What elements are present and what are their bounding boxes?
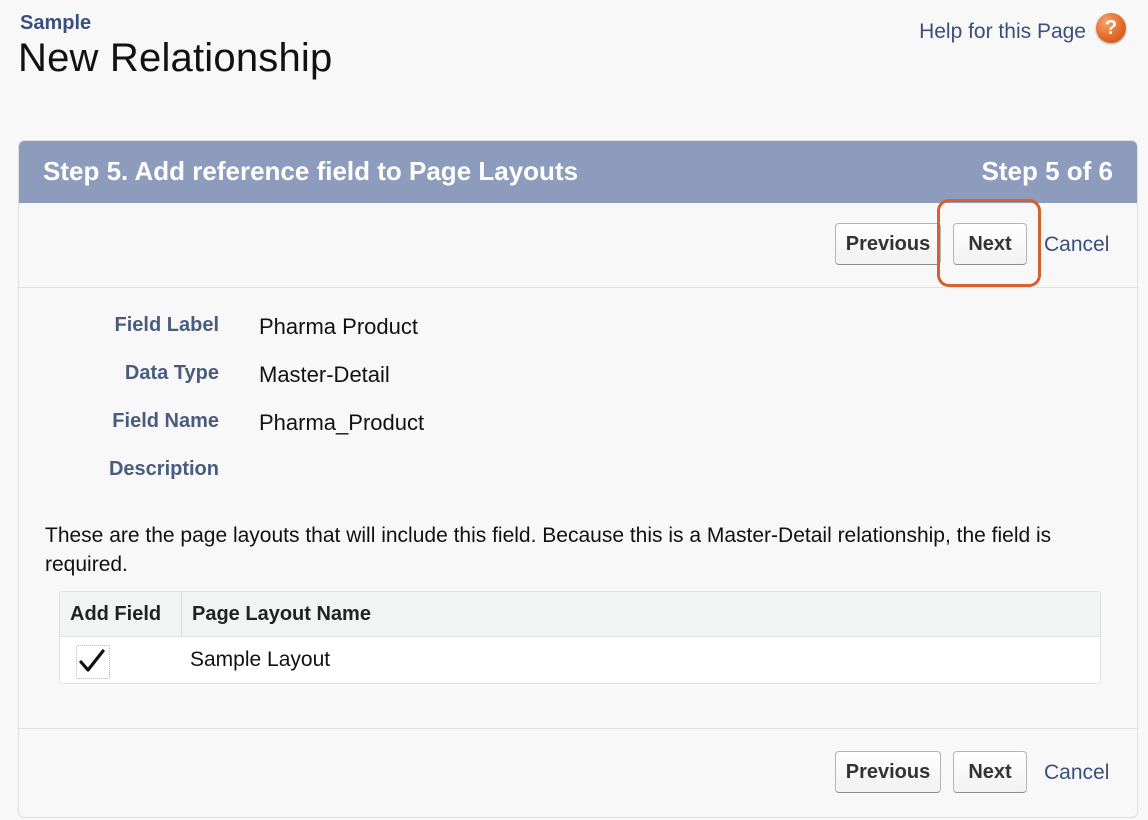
column-header-add-field: Add Field xyxy=(70,603,162,625)
bottom-button-bar: Previous Next Cancel xyxy=(19,728,1137,817)
page-layouts-table: Add Field Page Layout Name Sample Layout xyxy=(59,591,1101,684)
field-name-value: Pharma_Product xyxy=(259,410,425,435)
help-link[interactable]: Help for this Page xyxy=(919,20,1086,44)
cancel-link-bottom[interactable]: Cancel xyxy=(1044,761,1109,785)
data-type-label: Data Type xyxy=(124,362,219,384)
previous-button-top[interactable]: Previous xyxy=(835,223,941,265)
wizard-panel: Step 5. Add reference field to Page Layo… xyxy=(18,140,1138,818)
step-header: Step 5. Add reference field to Page Layo… xyxy=(19,141,1137,203)
object-name: Sample xyxy=(20,12,92,34)
checkmark-icon xyxy=(79,649,105,672)
top-button-bar: Previous Next Cancel xyxy=(19,203,1137,288)
add-field-checkbox[interactable] xyxy=(76,645,110,679)
help-icon[interactable]: ? xyxy=(1096,13,1126,43)
info-text: These are the page layouts that will inc… xyxy=(45,524,1052,576)
field-name-row: Field Name Pharma_Product xyxy=(19,410,1137,440)
data-type-row: Data Type Master-Detail xyxy=(19,362,1137,392)
page-header: Sample New Relationship Help for this Pa… xyxy=(0,0,1148,110)
page-title: New Relationship xyxy=(18,36,333,80)
step-title: Step 5. Add reference field to Page Layo… xyxy=(43,156,579,186)
description-label: Description xyxy=(108,458,219,480)
cancel-link-top[interactable]: Cancel xyxy=(1044,233,1109,257)
field-name-label: Field Name xyxy=(112,410,219,432)
field-label-row: Field Label Pharma Product xyxy=(19,314,1137,344)
description-row: Description xyxy=(19,458,1137,488)
column-header-page-layout-name: Page Layout Name xyxy=(192,603,371,625)
next-button-top[interactable]: Next xyxy=(953,223,1027,265)
field-label-value: Pharma Product xyxy=(259,314,418,339)
table-header: Add Field Page Layout Name xyxy=(60,592,1100,637)
data-type-value: Master-Detail xyxy=(259,362,390,387)
previous-button-bottom[interactable]: Previous xyxy=(835,751,941,793)
page-layout-name: Sample Layout xyxy=(190,648,331,671)
next-button-bottom[interactable]: Next xyxy=(953,751,1027,793)
column-divider xyxy=(181,592,182,636)
field-label-label: Field Label xyxy=(114,314,219,336)
step-count: Step 5 of 6 xyxy=(981,156,1113,186)
table-row: Sample Layout xyxy=(60,637,1100,683)
